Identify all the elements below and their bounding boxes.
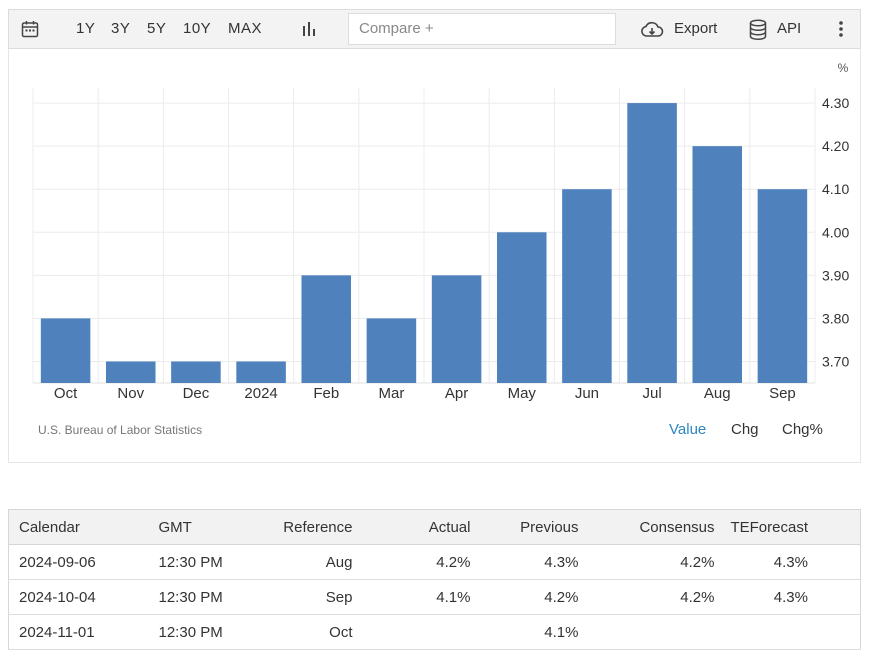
- range-1y[interactable]: 1Y: [76, 10, 95, 48]
- calendar-icon[interactable]: [21, 20, 39, 38]
- x-tick-label: Feb: [313, 385, 339, 402]
- bar: [692, 146, 743, 383]
- more-vertical-icon[interactable]: [838, 21, 844, 42]
- compare-input[interactable]: Compare +: [348, 13, 616, 45]
- bar: [627, 103, 677, 383]
- cell-date: 2024-10-04: [8, 579, 149, 615]
- x-tick-label: Dec: [183, 385, 210, 402]
- bar: [301, 275, 352, 383]
- x-tick-label: Jul: [642, 385, 661, 402]
- cell-actual: [376, 614, 481, 650]
- bar: [236, 361, 286, 383]
- table-row: 2024-10-04 12:30 PM Sep 4.1% 4.2% 4.2% 4…: [8, 579, 861, 615]
- database-icon[interactable]: [749, 19, 767, 46]
- x-tick-label: Mar: [378, 385, 404, 402]
- bar: [757, 189, 808, 383]
- mode-chg-tab[interactable]: Chg: [731, 421, 759, 438]
- table-row: 2024-11-01 12:30 PM Oct 4.1%: [8, 614, 861, 650]
- cell-reference: Oct: [266, 614, 377, 650]
- cell-reference: Sep: [266, 579, 377, 615]
- cell-date: 2024-09-06: [8, 544, 149, 580]
- chart-toolbar: 1Y 3Y 5Y 10Y MAX Compare + Export API: [8, 9, 861, 49]
- x-tick-label: Jun: [575, 385, 599, 402]
- unit-label: %: [838, 61, 849, 75]
- cell-previous: 4.3%: [480, 544, 589, 580]
- x-tick-label: 2024: [244, 385, 277, 402]
- table-header-row: Calendar GMT Reference Actual Previous C…: [8, 509, 861, 545]
- header-gmt: GMT: [148, 509, 267, 545]
- range-5y[interactable]: 5Y: [147, 10, 166, 48]
- y-tick-label: 3.70: [822, 353, 849, 369]
- x-tick-label: Sep: [769, 385, 796, 402]
- header-previous: Previous: [480, 509, 589, 545]
- bar: [496, 232, 547, 383]
- bar: [366, 318, 417, 383]
- cell-teforecast: 4.3%: [722, 544, 861, 580]
- bar-chart: 4.30 4.20 4.10 4.00 3.90 3.80 3.70 Oct Nov Dec 20…: [32, 61, 849, 402]
- cell-gmt: 12:30 PM: [148, 579, 267, 615]
- cell-previous: 4.2%: [480, 579, 589, 615]
- cell-date: 2024-11-01: [8, 614, 149, 650]
- x-tick-label: Aug: [704, 385, 731, 402]
- header-calendar: Calendar: [8, 509, 149, 545]
- cell-actual: 4.1%: [376, 579, 481, 615]
- cell-actual: 4.2%: [376, 544, 481, 580]
- header-actual: Actual: [376, 509, 481, 545]
- y-tick-label: 4.20: [822, 138, 849, 154]
- cell-gmt: 12:30 PM: [148, 614, 267, 650]
- table-row: 2024-09-06 12:30 PM Aug 4.2% 4.3% 4.2% 4…: [8, 544, 861, 580]
- mode-chg-percent-tab[interactable]: Chg%: [782, 421, 823, 438]
- export-button[interactable]: Export: [674, 10, 717, 48]
- api-button[interactable]: API: [777, 10, 801, 48]
- x-tick-label: May: [508, 385, 537, 402]
- cell-teforecast: 4.3%: [722, 579, 861, 615]
- source-label: U.S. Bureau of Labor Statistics: [38, 423, 203, 437]
- bar: [431, 275, 482, 383]
- cell-consensus: 4.2%: [588, 544, 723, 580]
- header-teforecast: TEForecast: [722, 509, 861, 545]
- bar: [171, 361, 221, 383]
- range-max[interactable]: MAX: [228, 10, 262, 48]
- cell-consensus: 4.2%: [588, 579, 723, 615]
- cloud-download-icon[interactable]: [640, 20, 664, 45]
- cell-gmt: 12:30 PM: [148, 544, 267, 580]
- x-tick-label: Oct: [54, 385, 78, 402]
- x-tick-label: Apr: [445, 385, 468, 402]
- range-3y[interactable]: 3Y: [111, 10, 130, 48]
- bar: [40, 318, 91, 383]
- header-reference: Reference: [266, 509, 377, 545]
- cell-reference: Aug: [266, 544, 377, 580]
- cell-consensus: [588, 614, 723, 650]
- y-tick-label: 4.30: [822, 95, 849, 111]
- x-tick-label: Nov: [117, 385, 144, 402]
- bar: [562, 189, 612, 383]
- y-tick-label: 4.00: [822, 224, 849, 240]
- cell-previous: 4.1%: [480, 614, 589, 650]
- mode-value-tab[interactable]: Value: [669, 421, 706, 438]
- header-consensus: Consensus: [588, 509, 723, 545]
- y-axis-ticks: 4.30 4.20 4.10 4.00 3.90 3.80 3.70: [822, 95, 849, 369]
- calendar-table: Calendar GMT Reference Actual Previous C…: [8, 509, 861, 650]
- x-axis-ticks: Oct Nov Dec 2024 Feb Mar Apr May Jun Jul Aug Sep: [54, 385, 796, 402]
- bar: [105, 361, 156, 383]
- range-10y[interactable]: 10Y: [183, 10, 211, 48]
- y-tick-label: 3.90: [822, 267, 849, 283]
- cell-teforecast: [722, 614, 861, 650]
- y-tick-label: 4.10: [822, 181, 849, 197]
- bar-chart-icon[interactable]: [301, 21, 317, 42]
- y-tick-label: 3.80: [822, 310, 849, 326]
